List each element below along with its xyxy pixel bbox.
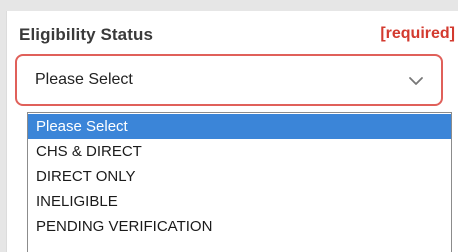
screen-background: Eligibility Status [required] Please Sel… [0,0,458,252]
select-current-value: Please Select [35,71,133,88]
option-ineligible[interactable]: INELIGIBLE [28,189,451,214]
required-indicator: [required] [380,25,455,42]
option-chs-direct[interactable]: CHS & DIRECT [28,139,451,164]
field-label: Eligibility Status [19,25,154,44]
field-header: Eligibility Status [required] [13,25,458,49]
option-pending-verification[interactable]: PENDING VERIFICATION [28,214,451,239]
dropdown-options-list: Please Select CHS & DIRECT DIRECT ONLY I… [27,112,452,252]
option-please-select[interactable]: Please Select [28,114,451,139]
eligibility-status-select[interactable]: Please Select [15,54,443,106]
option-direct-only[interactable]: DIRECT ONLY [28,164,451,189]
chevron-down-icon [409,77,423,85]
